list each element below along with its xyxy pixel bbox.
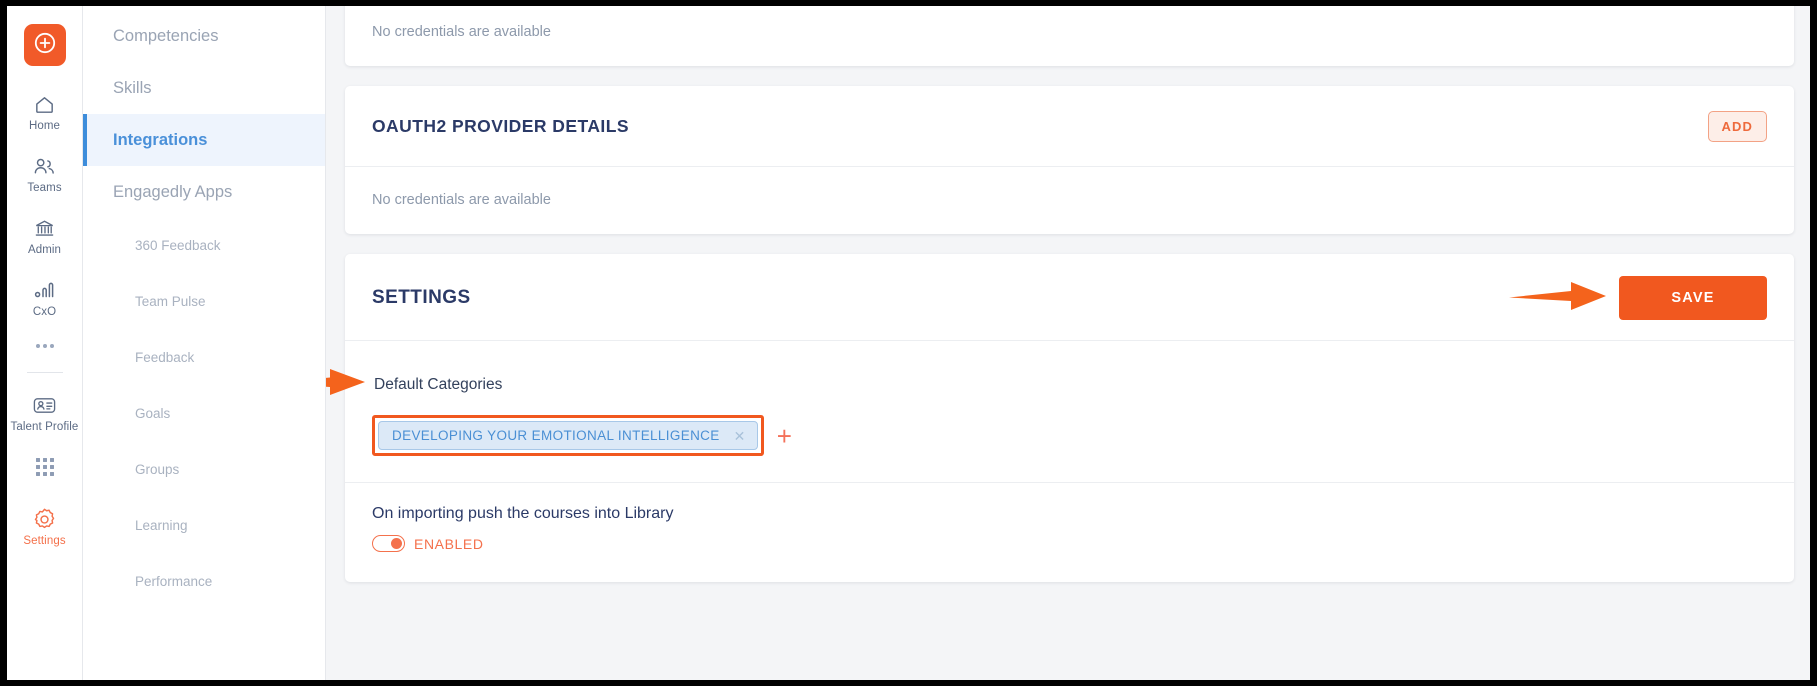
sidebar-item-feedback[interactable]: Feedback	[83, 330, 325, 386]
rail-label-cxo: CxO	[32, 306, 57, 318]
toggle-switch-icon	[372, 535, 405, 552]
plus-icon[interactable]: +	[777, 423, 792, 449]
save-button[interactable]: SAVE	[1619, 276, 1767, 320]
sidebar-item-team-pulse[interactable]: Team Pulse	[83, 274, 325, 330]
rail-label-admin: Admin	[27, 244, 62, 256]
rail-item-settings[interactable]: Settings	[7, 507, 83, 548]
settings-card-header: SETTINGS SAVE	[345, 254, 1794, 341]
push-courses-toggle[interactable]: ENABLED	[372, 535, 1767, 552]
sidebar-item-360-feedback[interactable]: 360 Feedback	[83, 218, 325, 274]
settings-card: SETTINGS SAVE Default Categories DEVELOP…	[326, 254, 1794, 582]
circled-plus-logo-icon	[33, 31, 57, 60]
credentials-card-top: No credentials are available	[345, 6, 1794, 66]
sidebar-item-engagedly-apps[interactable]: Engagedly Apps	[83, 166, 325, 218]
categories-chip-row: DEVELOPING YOUR EMOTIONAL INTELLIGENCE ✕…	[372, 415, 1767, 456]
gear-icon	[32, 507, 57, 531]
toggle-state-label: ENABLED	[414, 535, 484, 552]
push-courses-label: On importing push the courses into Libra…	[372, 505, 674, 522]
rail-item-admin[interactable]: Admin	[7, 216, 83, 257]
talent-profile-icon	[32, 393, 57, 417]
oauth2-card-header: OAUTH2 PROVIDER DETAILS ADD	[345, 86, 1794, 167]
sidebar-item-performance[interactable]: Performance	[83, 554, 325, 610]
category-chip[interactable]: DEVELOPING YOUR EMOTIONAL INTELLIGENCE ✕	[378, 421, 758, 450]
rail-label-home: Home	[28, 120, 61, 132]
chip-highlight-box: DEVELOPING YOUR EMOTIONAL INTELLIGENCE ✕	[372, 415, 764, 456]
close-icon[interactable]: ✕	[734, 429, 746, 443]
app-logo[interactable]	[23, 24, 66, 66]
rail-item-talent-profile[interactable]: Talent Profile	[7, 393, 83, 434]
default-categories-label: Default Categories	[374, 375, 503, 393]
rail-label-talent-profile: Talent Profile	[10, 421, 79, 433]
app-window: Home Teams Admin CxO Talent Profile Sett…	[7, 6, 1810, 680]
sidebar-item-skills[interactable]: Skills	[83, 62, 325, 114]
rail-item-teams[interactable]: Teams	[7, 154, 83, 195]
settings-card-title: SETTINGS	[372, 287, 471, 308]
rail-label-settings: Settings	[23, 535, 66, 547]
sidebar-item-groups[interactable]: Groups	[83, 442, 325, 498]
home-icon	[33, 92, 56, 116]
sidebar-item-learning[interactable]: Learning	[83, 498, 325, 554]
app-grid-icon	[35, 455, 54, 479]
sidebar-item-integrations[interactable]: Integrations	[83, 114, 325, 166]
default-categories-row: Default Categories	[326, 367, 1767, 402]
rail-item-cxo[interactable]: CxO	[7, 278, 83, 319]
save-annotation-arrow	[1509, 280, 1609, 317]
category-chip-label: DEVELOPING YOUR EMOTIONAL INTELLIGENCE	[392, 428, 720, 443]
add-button[interactable]: ADD	[1707, 111, 1767, 142]
no-credentials-message-oauth2: No credentials are available	[372, 192, 551, 208]
bar-chart-icon	[33, 278, 57, 302]
admin-bank-icon	[33, 216, 56, 240]
default-categories-annotation-arrow	[326, 367, 368, 402]
ellipsis-icon[interactable]	[35, 344, 54, 348]
rail-label-teams: Teams	[27, 182, 62, 194]
secondary-nav: Competencies Skills Integrations Engaged…	[83, 6, 326, 680]
primary-icon-rail: Home Teams Admin CxO Talent Profile Sett…	[7, 6, 83, 680]
oauth2-provider-card: OAUTH2 PROVIDER DETAILS ADD No credentia…	[345, 86, 1794, 234]
oauth2-card-title: OAUTH2 PROVIDER DETAILS	[372, 116, 629, 136]
sidebar-item-competencies[interactable]: Competencies	[83, 10, 325, 62]
rail-item-apps[interactable]	[7, 455, 83, 479]
rail-item-home[interactable]: Home	[7, 92, 83, 133]
sidebar-item-goals[interactable]: Goals	[83, 386, 325, 442]
no-credentials-message: No credentials are available	[372, 24, 551, 40]
rail-divider	[26, 372, 63, 373]
teams-icon	[32, 154, 57, 178]
main-content: No credentials are available OAUTH2 PROV…	[326, 6, 1810, 680]
